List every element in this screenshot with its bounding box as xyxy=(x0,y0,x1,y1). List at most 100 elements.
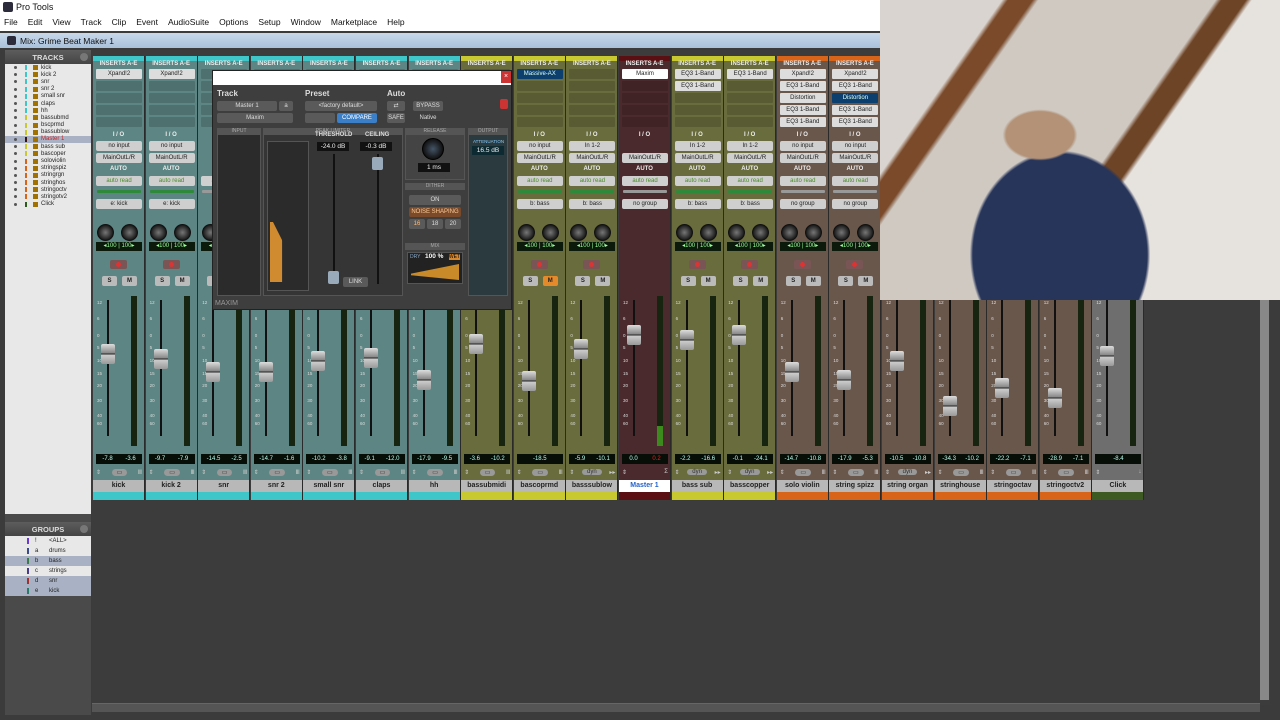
volume-value[interactable]: -17.9 xyxy=(417,456,431,462)
track-list-item[interactable]: claps xyxy=(5,100,91,107)
height-arrows-icon[interactable]: ⇕ xyxy=(727,469,732,476)
menu-file[interactable]: File xyxy=(4,17,18,31)
insert-slot[interactable]: Xpand!2 xyxy=(148,69,195,79)
pan-left-knob[interactable] xyxy=(833,224,851,241)
show-hide-dot-icon[interactable] xyxy=(14,202,17,206)
link-button[interactable]: LINK xyxy=(343,277,368,287)
dither-on-button[interactable]: ON xyxy=(409,195,461,205)
track-name-button[interactable]: Master 1 xyxy=(619,480,670,492)
volume-fader[interactable] xyxy=(1100,345,1115,366)
show-hide-dot-icon[interactable] xyxy=(14,159,17,163)
pan-left-knob[interactable] xyxy=(97,224,114,241)
mute-button[interactable]: M xyxy=(542,276,558,286)
track-name-button[interactable]: solo violin xyxy=(776,480,828,492)
insert-slot[interactable]: EQ3 1-Band xyxy=(779,81,826,91)
show-hide-dot-icon[interactable] xyxy=(14,188,17,192)
height-arrows-icon[interactable]: ⇕ xyxy=(885,469,890,476)
output-selector[interactable]: MainOutL/R xyxy=(96,153,142,163)
insert-slot[interactable]: Massive-AX xyxy=(516,69,563,79)
dyn-button[interactable]: dyn xyxy=(687,469,707,475)
height-arrows-icon[interactable]: ⇕ xyxy=(675,469,680,476)
group-selector[interactable]: no group xyxy=(832,199,879,209)
solo-button[interactable]: S xyxy=(838,276,854,286)
automation-mode-selector[interactable]: auto read xyxy=(674,176,721,186)
volume-value[interactable]: -3.6 xyxy=(470,456,480,462)
insert-slot[interactable] xyxy=(727,117,774,127)
show-hide-dot-icon[interactable] xyxy=(14,109,17,113)
track-list-item[interactable]: stringspiz xyxy=(5,165,91,172)
insert-slot[interactable]: EQ3 1-Band xyxy=(674,81,721,91)
record-enable-button[interactable] xyxy=(583,260,601,269)
insert-slot-selector[interactable]: a xyxy=(279,101,293,111)
threshold-slider-handle[interactable] xyxy=(328,271,339,284)
track-list-item[interactable]: small snr xyxy=(5,93,91,100)
insert-slot[interactable] xyxy=(727,81,774,91)
height-arrows-icon[interactable]: ⇕ xyxy=(780,469,785,476)
track-selector[interactable]: Master 1 xyxy=(217,101,277,111)
track-name-button[interactable]: small snr xyxy=(303,480,355,492)
pan-right-knob[interactable] xyxy=(857,224,875,241)
group-list-item[interactable]: a drums xyxy=(5,546,91,556)
peak-value[interactable]: -12.0 xyxy=(386,456,400,462)
mute-button[interactable]: M xyxy=(595,276,611,286)
bit-16-button[interactable]: 16 xyxy=(409,219,425,229)
insert-slot[interactable]: Xpand!2 xyxy=(832,69,879,79)
preset-selector[interactable]: <factory default> xyxy=(305,101,377,111)
height-arrows-icon[interactable]: ⇕ xyxy=(517,469,522,476)
mute-button[interactable]: M xyxy=(174,276,190,286)
track-list-item[interactable]: snr 2 xyxy=(5,86,91,93)
volume-value[interactable]: -17.9 xyxy=(838,456,852,462)
volume-value[interactable]: -14.7 xyxy=(784,456,798,462)
volume-value[interactable]: -28.9 xyxy=(1048,456,1062,462)
volume-value[interactable]: -7.8 xyxy=(102,456,112,462)
automation-mode-selector[interactable]: auto read xyxy=(148,176,195,186)
insert-slot[interactable]: EQ3 1-Band xyxy=(832,81,879,91)
track-list-item[interactable]: Click xyxy=(5,201,91,208)
track-list-item[interactable]: kick xyxy=(5,64,91,71)
track-list-item[interactable]: snr xyxy=(5,78,91,85)
track-type-button[interactable]: ▭ xyxy=(1058,468,1075,476)
track-type-button[interactable]: ▭ xyxy=(953,468,969,476)
track-type-button[interactable]: ▭ xyxy=(795,468,812,476)
automation-mode-selector[interactable]: auto read xyxy=(832,176,879,186)
mute-button[interactable]: M xyxy=(700,276,716,286)
automation-mode-selector[interactable]: auto read xyxy=(569,176,616,186)
track-type-button[interactable]: ▭ xyxy=(1005,468,1022,476)
volume-fader[interactable] xyxy=(469,333,484,354)
volume-value[interactable]: -10.2 xyxy=(312,456,326,462)
automation-mode-selector[interactable]: auto read xyxy=(516,176,563,186)
input-selector[interactable]: no input xyxy=(779,141,826,151)
track-name-button[interactable]: bassubmidi xyxy=(461,480,513,492)
track-type-button[interactable]: ▭ xyxy=(322,468,338,476)
show-hide-dot-icon[interactable] xyxy=(14,137,17,141)
dyn-button[interactable]: dyn xyxy=(582,469,602,475)
pan-left-knob[interactable] xyxy=(728,224,746,241)
volume-value[interactable]: -2.2 xyxy=(680,456,690,462)
track-type-button[interactable]: ▭ xyxy=(479,468,496,476)
show-hide-dot-icon[interactable] xyxy=(14,145,17,149)
track-list-item[interactable]: bassubmd xyxy=(5,114,91,121)
track-list-item[interactable]: Master 1 xyxy=(5,135,91,144)
bit-18-button[interactable]: 18 xyxy=(427,219,443,229)
insert-slot[interactable] xyxy=(148,117,195,127)
track-type-button[interactable]: ▭ xyxy=(164,468,180,476)
pan-left-knob[interactable] xyxy=(780,224,798,241)
insert-slot[interactable] xyxy=(516,105,563,115)
peak-value[interactable]: -3.6 xyxy=(125,456,135,462)
peak-value[interactable]: -9.5 xyxy=(442,456,452,462)
record-enable-button[interactable] xyxy=(793,260,811,269)
safe-button[interactable]: SAFE xyxy=(387,113,405,123)
insert-slot[interactable] xyxy=(516,117,563,127)
volume-value[interactable]: -10.5 xyxy=(890,456,904,462)
pan-left-knob[interactable] xyxy=(149,224,167,241)
output-selector[interactable]: MainOutL/R xyxy=(148,153,195,163)
output-selector[interactable]: MainOutL/R xyxy=(674,153,721,163)
output-selector[interactable]: MainOutL/R xyxy=(779,153,826,163)
insert-slot[interactable] xyxy=(622,93,668,103)
height-arrows-icon[interactable]: ⇕ xyxy=(412,469,417,476)
insert-slot[interactable] xyxy=(674,93,721,103)
output-selector[interactable]: MainOutL/R xyxy=(569,153,616,163)
track-list-item[interactable]: hh xyxy=(5,107,91,114)
pan-right-knob[interactable] xyxy=(173,224,191,241)
insert-slot[interactable]: Distortion xyxy=(779,93,826,103)
